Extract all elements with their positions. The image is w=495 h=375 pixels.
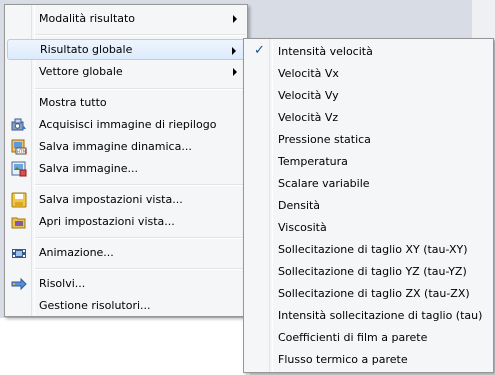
menu-item-label: Velocità Vx xyxy=(278,67,339,80)
menu-item-label: Salva impostazioni vista... xyxy=(39,193,183,206)
dynamic-image-icon: HTML xyxy=(11,139,27,155)
menu-item-show-all[interactable]: Mostra tutto xyxy=(7,92,245,113)
submenu-arrow-icon xyxy=(232,47,236,55)
menu-item-label: Mostra tutto xyxy=(39,96,107,109)
menu-separator xyxy=(35,184,245,186)
submenu-item-wall-heat-flux[interactable]: Flusso termico a parete xyxy=(246,349,491,370)
menu-item-global-vector[interactable]: Vettore globale xyxy=(7,61,245,82)
submenu-item-wall-film-coefficients[interactable]: Coefficienti di film a parete xyxy=(246,327,491,348)
menu-item-label: Intensità velocità xyxy=(278,45,373,58)
menu-item-label: Flusso termico a parete xyxy=(278,353,408,366)
menu-item-open-view-settings[interactable]: Apri impostazioni vista... xyxy=(7,211,245,232)
camera-icon xyxy=(11,118,26,131)
submenu-item-shear-xy[interactable]: Sollecitazione di taglio XY (tau-XY) xyxy=(246,239,491,260)
menu-item-label: Sollecitazione di taglio ZX (tau-ZX) xyxy=(278,287,470,300)
menu-item-label: Vettore globale xyxy=(39,65,123,78)
background-area xyxy=(472,0,495,40)
submenu-global-result: ✓ Intensità velocità Velocità Vx Velocit… xyxy=(243,38,494,373)
menu-item-save-view-settings[interactable]: Salva impostazioni vista... xyxy=(7,189,245,210)
submenu-item-density[interactable]: Densità xyxy=(246,195,491,216)
menu-item-label: Animazione... xyxy=(39,246,114,259)
film-icon xyxy=(12,249,26,258)
submenu-item-shear-zx[interactable]: Sollecitazione di taglio ZX (tau-ZX) xyxy=(246,283,491,304)
submenu-item-velocity-vy[interactable]: Velocità Vy xyxy=(246,85,491,106)
menu-separator xyxy=(35,237,245,239)
submenu-arrow-icon xyxy=(233,15,237,23)
menu-item-label: Velocità Vy xyxy=(278,89,339,102)
checkmark-icon: ✓ xyxy=(254,43,265,58)
menu-item-label: Intensità sollecitazione di taglio (tau) xyxy=(278,309,483,322)
save-image-icon xyxy=(11,161,27,177)
menu-item-label: Viscosità xyxy=(278,221,327,234)
background-area xyxy=(0,318,250,375)
menu-item-solver-manager[interactable]: Gestione risolutori... xyxy=(7,295,245,316)
open-view-icon xyxy=(11,217,26,229)
submenu-item-velocity-vz[interactable]: Velocità Vz xyxy=(246,107,491,128)
menu-item-label: Sollecitazione di taglio YZ (tau-YZ) xyxy=(278,265,467,278)
menu-item-label: Densità xyxy=(278,199,321,212)
menu-item-label: Salva immagine... xyxy=(39,162,139,175)
context-menu: Modalità risultato Risultato globale Vet… xyxy=(4,4,248,317)
menu-item-solve[interactable]: Risolvi... xyxy=(7,273,245,294)
menu-separator xyxy=(35,268,245,270)
menu-item-label: Salva immagine dinamica... xyxy=(39,140,192,153)
menu-item-acquire-summary-image[interactable]: Acquisisci immagine di riepilogo xyxy=(7,114,245,135)
submenu-item-variable-scalar[interactable]: Scalare variabile xyxy=(246,173,491,194)
save-view-icon xyxy=(11,192,27,208)
submenu-item-shear-yz[interactable]: Sollecitazione di taglio YZ (tau-YZ) xyxy=(246,261,491,282)
menu-item-label: Velocità Vz xyxy=(278,111,339,124)
submenu-arrow-icon xyxy=(233,68,237,76)
svg-text:HTML: HTML xyxy=(17,149,27,154)
menu-separator xyxy=(35,88,245,90)
menu-item-label: Coefficienti di film a parete xyxy=(278,331,428,344)
menu-item-global-result[interactable]: Risultato globale xyxy=(7,39,245,60)
menu-item-label: Acquisisci immagine di riepilogo xyxy=(39,118,217,131)
submenu-item-static-pressure[interactable]: Pressione statica xyxy=(246,129,491,150)
menu-separator xyxy=(35,34,245,36)
solve-icon xyxy=(11,277,27,291)
submenu-item-viscosity[interactable]: Viscosità xyxy=(246,217,491,238)
menu-item-label: Risolvi... xyxy=(39,277,86,290)
menu-item-label: Apri impostazioni vista... xyxy=(39,215,175,228)
menu-item-animation[interactable]: Animazione... xyxy=(7,242,245,263)
menu-item-label: Sollecitazione di taglio XY (tau-XY) xyxy=(278,243,468,256)
menu-item-label: Pressione statica xyxy=(278,133,371,146)
menu-item-save-image[interactable]: Salva immagine... xyxy=(7,158,245,179)
menu-item-result-mode[interactable]: Modalità risultato xyxy=(7,8,245,29)
submenu-item-temperature[interactable]: Temperatura xyxy=(246,151,491,172)
submenu-item-velocity-vx[interactable]: Velocità Vx xyxy=(246,63,491,84)
submenu-item-velocity-magnitude[interactable]: ✓ Intensità velocità xyxy=(246,41,491,62)
menu-item-label: Risultato globale xyxy=(40,43,133,56)
submenu-item-shear-intensity[interactable]: Intensità sollecitazione di taglio (tau) xyxy=(246,305,491,326)
menu-item-save-dynamic-image[interactable]: HTML Salva immagine dinamica... xyxy=(7,136,245,157)
menu-item-label: Gestione risolutori... xyxy=(39,299,151,312)
menu-item-label: Modalità risultato xyxy=(39,12,136,25)
menu-item-label: Scalare variabile xyxy=(278,177,370,190)
menu-item-label: Temperatura xyxy=(278,155,348,168)
